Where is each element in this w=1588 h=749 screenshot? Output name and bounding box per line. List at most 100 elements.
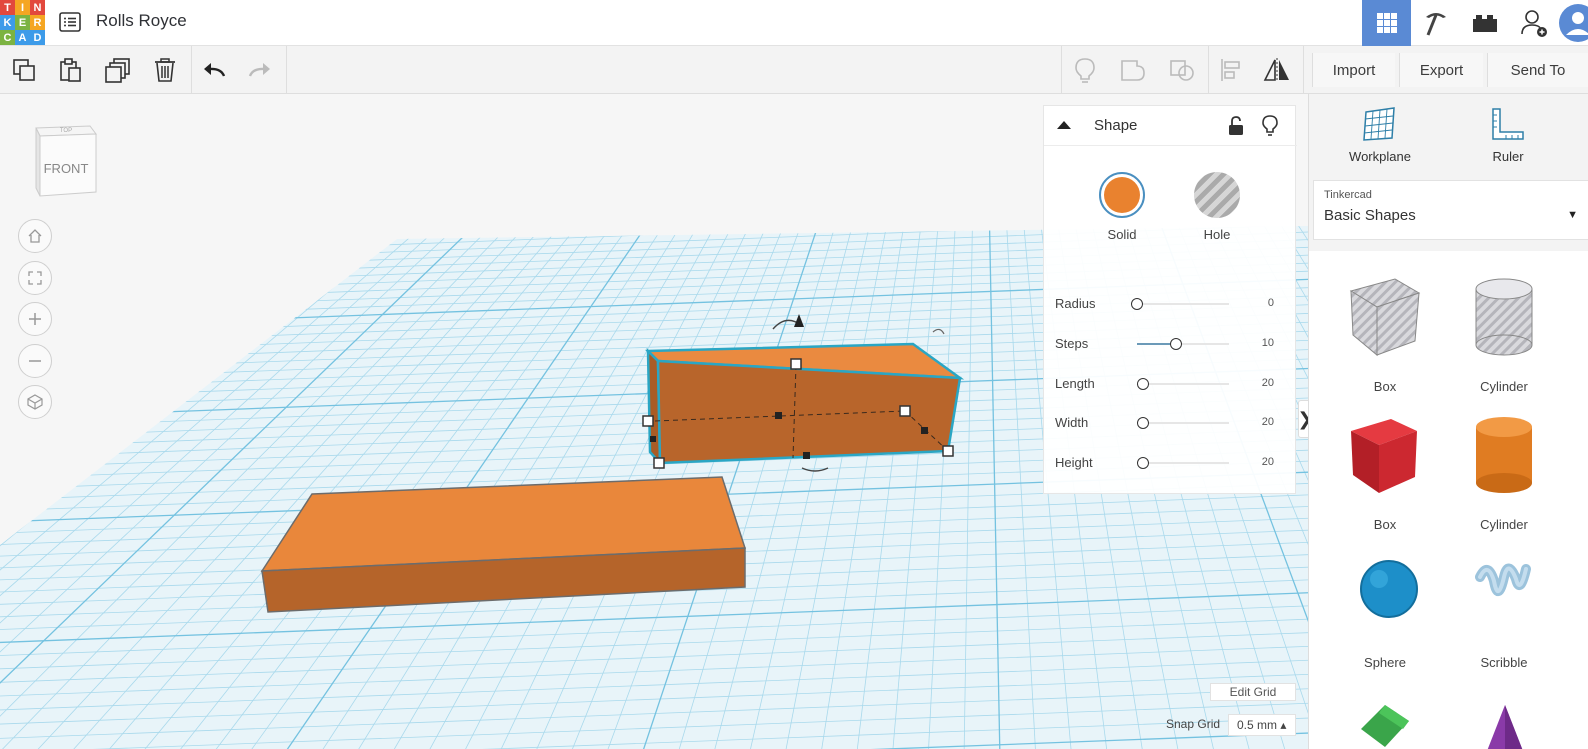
shape-library-select[interactable]: Tinkercad Basic Shapes ▼ — [1313, 180, 1588, 240]
param-label: Length — [1055, 376, 1095, 391]
toolbar-divider — [286, 46, 287, 93]
toolbar-divider — [1061, 46, 1062, 93]
redo-icon[interactable] — [244, 54, 276, 86]
param-slider-track[interactable] — [1137, 303, 1229, 305]
param-slider-track[interactable] — [1137, 383, 1229, 385]
pickaxe-icon[interactable] — [1411, 0, 1460, 46]
param-slider-knob[interactable] — [1137, 378, 1149, 390]
param-value[interactable]: 20 — [1262, 456, 1274, 468]
user-avatar[interactable] — [1558, 0, 1588, 46]
param-slider-track[interactable] — [1137, 462, 1229, 464]
logo-letter: K — [0, 15, 15, 30]
param-length-row: Length 20 — [1055, 374, 1285, 394]
resize-handle[interactable] — [790, 358, 802, 370]
inspector-header: Shape — [1044, 106, 1297, 146]
home-view-icon[interactable] — [18, 219, 52, 253]
resize-handle[interactable] — [899, 405, 911, 417]
solid-color-fill — [1104, 177, 1140, 213]
resize-handle[interactable] — [942, 445, 954, 457]
box-red-icon — [1351, 419, 1417, 493]
param-slider-knob[interactable] — [1170, 338, 1182, 350]
top-bar: T I N K E R C A D Rolls Royce — [0, 0, 1588, 46]
zoom-out-icon[interactable] — [18, 344, 52, 378]
shape-label: Scribble — [1480, 655, 1528, 670]
resize-handle[interactable] — [653, 457, 665, 469]
view-cube-front-label: FRONT — [44, 161, 89, 176]
edit-grid-button[interactable]: Edit Grid — [1210, 683, 1296, 701]
workplane-label[interactable]: Workplane — [1330, 149, 1430, 164]
param-slider-knob[interactable] — [1137, 457, 1149, 469]
param-width-row: Width 20 — [1055, 413, 1285, 433]
shape-label: Box — [1373, 517, 1397, 532]
shape-grid: Box Cylinder Box Cylinder Sphere Scribbl… — [1309, 251, 1588, 749]
delete-icon[interactable] — [149, 54, 181, 86]
param-slider-track[interactable] — [1137, 422, 1229, 424]
param-value[interactable]: 0 — [1268, 297, 1274, 309]
perspective-icon[interactable] — [18, 385, 52, 419]
tinkercad-logo[interactable]: T I N K E R C A D — [0, 0, 45, 45]
mirror-icon[interactable] — [1261, 54, 1293, 86]
workplane-icon[interactable] — [1362, 106, 1398, 147]
box-hole-icon — [1349, 278, 1421, 357]
lightbulb-icon[interactable] — [1069, 54, 1101, 86]
collapse-caret-icon[interactable] — [1056, 118, 1072, 137]
duplicate-icon[interactable] — [102, 54, 134, 86]
fit-view-icon[interactable] — [18, 261, 52, 295]
edit-toolbar: Import Export Send To — [0, 46, 1588, 94]
selected-orange-box[interactable] — [642, 342, 965, 469]
undo-icon[interactable] — [198, 54, 230, 86]
ungroup-icon[interactable] — [1166, 54, 1198, 86]
group-icon[interactable] — [1117, 54, 1149, 86]
shape-sphere[interactable]: Sphere — [1325, 547, 1445, 677]
toolbar-divider — [1303, 46, 1304, 93]
design-list-icon[interactable] — [58, 10, 82, 34]
bricks-icon[interactable] — [1460, 0, 1509, 46]
solid-color-swatch[interactable] — [1099, 172, 1145, 218]
param-value[interactable]: 20 — [1262, 416, 1274, 428]
export-button[interactable]: Export — [1399, 53, 1483, 87]
resize-handle[interactable] — [642, 415, 654, 427]
lock-icon[interactable] — [1227, 115, 1245, 142]
send-to-button[interactable]: Send To — [1487, 53, 1588, 87]
shape-box[interactable]: Box — [1325, 409, 1445, 539]
import-button[interactable]: Import — [1312, 53, 1395, 87]
logo-letter: E — [15, 15, 30, 30]
view-cube[interactable]: TOP FRONT — [30, 122, 100, 198]
top-right-controls — [1362, 0, 1588, 46]
logo-letter: R — [30, 15, 45, 30]
param-slider-knob[interactable] — [1131, 298, 1143, 310]
logo-letter: T — [0, 0, 15, 15]
snap-grid-select[interactable]: 0.5 mm ▴ — [1228, 714, 1296, 736]
param-value[interactable]: 20 — [1262, 377, 1274, 389]
visibility-bulb-icon[interactable] — [1261, 114, 1279, 143]
cylinder-orange-icon — [1476, 417, 1532, 493]
copy-icon[interactable] — [8, 54, 40, 86]
ruler-icon[interactable] — [1490, 106, 1526, 147]
shape-cylinder[interactable]: Cylinder — [1444, 409, 1564, 539]
logo-letter: C — [0, 30, 15, 45]
grid-view-icon[interactable] — [1362, 0, 1411, 46]
shape-pyramid-icon[interactable] — [1467, 699, 1547, 749]
view-cube-top-label: TOP — [60, 128, 72, 134]
ruler-label[interactable]: Ruler — [1458, 149, 1558, 164]
cylinder-hole-icon — [1475, 278, 1533, 356]
add-user-icon[interactable] — [1509, 0, 1558, 46]
hole-swatch[interactable] — [1194, 172, 1240, 218]
zoom-in-icon[interactable] — [18, 302, 52, 336]
shape-scribble[interactable]: Scribble — [1444, 547, 1564, 677]
shape-cylinder-hole[interactable]: Cylinder — [1444, 271, 1564, 401]
align-icon[interactable] — [1215, 54, 1247, 86]
scribble-icon — [1475, 563, 1531, 596]
shapes-panel: Workplane Ruler Tinkercad Basic Shapes ▼… — [1308, 94, 1588, 749]
paste-icon[interactable] — [54, 54, 86, 86]
design-title[interactable]: Rolls Royce — [96, 11, 187, 31]
shape-roof-icon[interactable] — [1349, 699, 1429, 749]
param-value[interactable]: 10 — [1262, 337, 1274, 349]
shape-box-hole[interactable]: Box — [1325, 271, 1445, 401]
shape-label: Cylinder — [1480, 517, 1528, 532]
library-name: Basic Shapes — [1324, 207, 1416, 224]
shape-inspector: Shape Solid Hole Radius 0 Steps 10 Length 20 W… — [1043, 105, 1297, 494]
hole-label: Hole — [1203, 227, 1231, 242]
param-slider-knob[interactable] — [1137, 417, 1149, 429]
dropdown-caret-icon: ▼ — [1567, 209, 1578, 221]
